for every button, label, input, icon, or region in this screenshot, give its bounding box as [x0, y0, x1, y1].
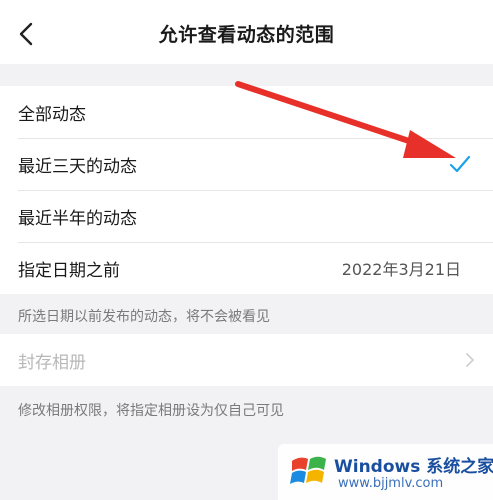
option-all-moments[interactable]: 全部动态 [0, 86, 493, 138]
option-last-three-days[interactable]: 最近三天的动态 [0, 138, 493, 190]
section-gap [0, 64, 493, 86]
archive-label: 封存相册 [18, 352, 86, 373]
windows-logo-icon [290, 456, 326, 484]
option-label: 最近三天的动态 [18, 156, 137, 177]
option-label: 最近半年的动态 [18, 208, 137, 229]
archive-albums-row[interactable]: 封存相册 [0, 334, 493, 386]
option-before-date[interactable]: 指定日期之前 2022年3月21日 [0, 242, 493, 294]
watermark: Windows 系统之家 www.bjjmlv.com [278, 444, 493, 500]
checkmark-icon [449, 155, 471, 173]
page-title: 允许查看动态的范围 [158, 24, 335, 46]
nav-header: 允许查看动态的范围 [0, 0, 493, 64]
option-label: 全部动态 [18, 104, 86, 125]
watermark-url: www.bjjmlv.com [338, 476, 444, 491]
date-note: 所选日期以前发布的动态，将不会被看见 [18, 309, 270, 325]
selected-date: 2022年3月21日 [341, 260, 461, 279]
archive-note: 修改相册权限，将指定相册设为仅自己可见 [18, 403, 284, 419]
option-last-half-year[interactable]: 最近半年的动态 [0, 190, 493, 242]
watermark-brand: Windows 系统之家 [334, 457, 493, 477]
chevron-right-icon [466, 353, 474, 367]
visibility-options-group: 全部动态 最近三天的动态 最近半年的动态 指定日期之前 2022年3月21日 [0, 86, 493, 294]
option-label: 指定日期之前 [18, 260, 120, 281]
